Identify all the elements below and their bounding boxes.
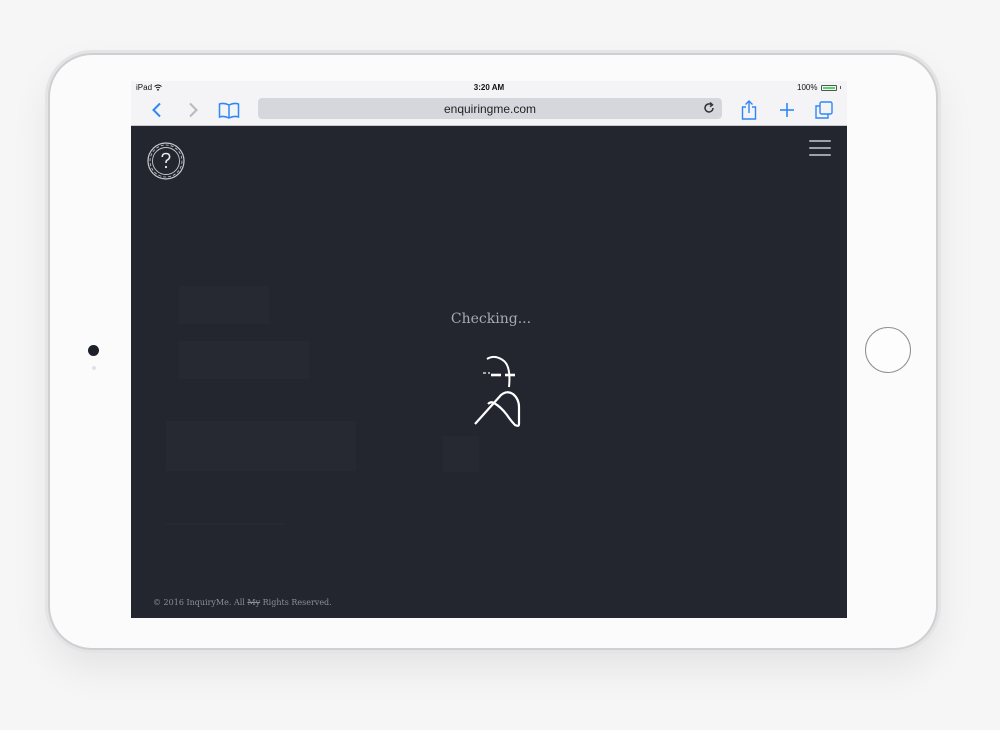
- book-icon: [218, 102, 240, 119]
- question-mark-logo: [147, 142, 185, 180]
- background-block: [443, 436, 479, 472]
- bookmarks-button[interactable]: [217, 98, 241, 122]
- footer-copyright: © 2016 InquiryMe. All My Rights Reserved…: [153, 598, 332, 607]
- page-content: Checking... © 2016 InquiryMe. All My Rig…: [131, 126, 847, 618]
- footer-suffix: Rights Reserved.: [260, 598, 332, 607]
- reload-button[interactable]: [702, 101, 716, 120]
- camera-icon: [88, 345, 99, 356]
- background-block: [179, 286, 269, 324]
- address-bar[interactable]: enquiringme.com: [258, 98, 722, 119]
- status-time: 3:20 AM: [473, 83, 505, 92]
- share-icon: [741, 100, 757, 120]
- status-right: 100%: [797, 83, 841, 92]
- ipad-screen: iPad 3:20 AM 100% enquiringme.com Checki…: [131, 81, 847, 618]
- chevron-right-icon: [189, 102, 198, 118]
- hamburger-menu-icon[interactable]: [809, 140, 831, 158]
- reload-icon: [704, 101, 714, 113]
- plus-icon: [780, 103, 794, 117]
- footer-prefix: © 2016 InquiryMe. All: [153, 598, 248, 607]
- battery-tip: [839, 86, 841, 89]
- loading-indicator: Checking...: [401, 309, 581, 439]
- battery-percent: 100%: [797, 83, 818, 92]
- chevron-left-icon: [152, 102, 161, 118]
- background-divider: [166, 523, 286, 525]
- battery-icon: [820, 84, 837, 91]
- menu-line: [809, 147, 831, 149]
- status-bar: iPad 3:20 AM 100%: [131, 81, 847, 95]
- new-tab-button[interactable]: [776, 98, 798, 122]
- footer-struck-word: My: [247, 598, 261, 607]
- url-text: enquiringme.com: [443, 102, 537, 116]
- menu-line: [809, 140, 831, 142]
- thinking-character-icon: [474, 355, 521, 427]
- sensor-dot: [92, 366, 96, 370]
- browser-toolbar: enquiringme.com: [131, 95, 847, 126]
- loading-text: Checking...: [450, 311, 532, 327]
- background-block: [166, 421, 356, 471]
- tabs-icon: [815, 101, 833, 119]
- background-block: [179, 341, 309, 379]
- share-button[interactable]: [738, 98, 760, 122]
- site-logo[interactable]: [146, 141, 186, 186]
- back-button[interactable]: [147, 98, 167, 122]
- menu-line: [809, 154, 831, 156]
- home-button[interactable]: [865, 327, 911, 373]
- forward-button[interactable]: [183, 98, 203, 122]
- tabs-button[interactable]: [813, 98, 835, 122]
